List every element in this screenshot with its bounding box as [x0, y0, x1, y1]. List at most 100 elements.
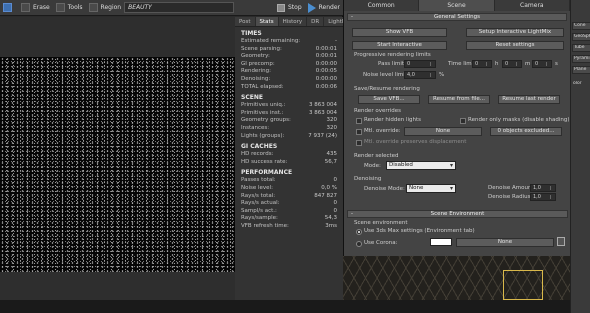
create-tube-button[interactable]: Tube — [572, 44, 590, 52]
setup-lightmix-button[interactable]: Setup Interactive LightMix — [466, 28, 564, 37]
environment-color-swatch[interactable] — [430, 238, 452, 246]
stop-button[interactable]: Stop — [274, 2, 305, 14]
stat-value: 320 — [326, 124, 338, 131]
stat-label: Rays/s actual: — [241, 200, 280, 207]
vfb-toolbar: Erase Tools Region BEAUTY Stop Render — [0, 0, 343, 16]
map-lock-icon[interactable] — [557, 237, 565, 246]
denoise-amount-spinner[interactable]: 1,0 — [530, 184, 556, 192]
use-3dsmax-label: Use 3ds Max settings (Environment tab) — [364, 228, 475, 234]
save-vfb-button[interactable]: Save VFB... — [358, 95, 420, 104]
collapse-icon: - — [351, 211, 353, 217]
noise-unit: % — [439, 72, 445, 78]
stat-label: Rays/sample: — [241, 215, 278, 222]
render-settings-panel: Common Scene Camera - General Settings S… — [343, 0, 570, 256]
stat-row: Rays/sample: 54,3 — [235, 215, 343, 223]
tab-dr[interactable]: DR — [307, 17, 325, 26]
mtl-override-checkbox[interactable] — [356, 129, 362, 135]
region-label: Region — [100, 4, 122, 11]
create-pyramid-button[interactable]: Pyrami — [572, 55, 590, 63]
render-hidden-lights-checkbox[interactable] — [356, 118, 362, 124]
stat-row: Rays/s total: 847 827 — [235, 193, 343, 201]
tools-label: Tools — [67, 4, 83, 11]
render-label: Render — [318, 4, 340, 11]
viewport-area[interactable] — [343, 256, 570, 300]
stat-value: 0:00:05 — [315, 68, 337, 75]
stat-value: 56,7 — [324, 158, 337, 165]
create-plane-button[interactable]: Plane — [572, 66, 590, 74]
seconds-unit: s — [555, 61, 558, 67]
mtl-override-label: Mtl. override: — [364, 128, 401, 134]
tab-history[interactable]: History — [279, 17, 308, 26]
erase-button[interactable]: Erase — [18, 2, 53, 14]
render-preview-image — [0, 57, 235, 272]
stat-label: Primitives uniq.: — [241, 102, 286, 109]
tools-button[interactable]: Tools — [53, 2, 86, 14]
tab-post[interactable]: Post — [235, 17, 256, 26]
render-canvas-area[interactable] — [0, 17, 235, 300]
stat-value: 0 — [333, 177, 338, 184]
stat-label: Geometry: — [241, 53, 270, 60]
stat-value: 3 863 004 — [309, 102, 337, 109]
stat-row: Noise level: 0,0 % — [235, 185, 343, 193]
stat-label: HD success rate: — [241, 158, 288, 165]
stat-label: Lights (groups): — [241, 132, 285, 139]
mtl-override-map-button[interactable]: None — [404, 127, 482, 136]
environment-map-button[interactable]: None — [456, 238, 554, 247]
stat-label: Scene parsing: — [241, 45, 282, 52]
denoise-radius-spinner[interactable]: 1,0 — [530, 193, 556, 201]
time-hours-spinner[interactable]: 0 — [472, 60, 492, 68]
show-vfb-button[interactable]: Show VFB — [352, 28, 447, 37]
resume-from-file-button[interactable]: Resume from file... — [428, 95, 490, 104]
stat-row: VFB refresh time: 3ms — [235, 223, 343, 231]
color-label: olor — [572, 81, 590, 89]
mode-label: Mode: — [364, 163, 381, 169]
create-geosphere-button[interactable]: GeoSphe — [572, 33, 590, 41]
stat-row: Scene parsing: 0:00:01 — [235, 46, 343, 54]
render-selected-mode-dropdown[interactable]: Disabled — [386, 161, 456, 170]
tab-common[interactable]: Common — [344, 0, 420, 11]
preserve-displacement-checkbox[interactable] — [356, 140, 362, 146]
save-resume-label: Save/Resume rendering — [354, 86, 420, 92]
denoise-mode-label: Denoise Mode: — [364, 186, 405, 192]
channel-icon — [3, 3, 12, 12]
general-settings-rollout[interactable]: - General Settings — [347, 13, 567, 21]
region-button[interactable]: Region — [86, 2, 125, 14]
reset-settings-button[interactable]: Reset settings — [466, 41, 564, 50]
render-overrides-label: Render overrides — [354, 108, 402, 114]
start-interactive-button[interactable]: Start Interactive — [352, 41, 447, 50]
use-corona-radio[interactable] — [356, 241, 362, 247]
use-3dsmax-radio[interactable] — [356, 229, 362, 235]
stat-label: Passes total: — [241, 177, 276, 184]
render-pass-dropdown[interactable]: BEAUTY — [124, 2, 235, 13]
tab-camera[interactable]: Camera — [495, 0, 570, 11]
tab-stats[interactable]: Stats — [255, 17, 279, 26]
render-only-masks-checkbox[interactable] — [460, 118, 466, 124]
denoise-mode-dropdown[interactable]: None — [406, 184, 456, 193]
stat-label: Instances: — [241, 124, 270, 131]
stat-row: Instances: 320 — [235, 125, 343, 133]
objects-excluded-button[interactable]: 0 objects excluded... — [490, 127, 562, 136]
time-seconds-spinner[interactable]: 0 — [532, 60, 552, 68]
tab-scene[interactable]: Scene — [419, 0, 495, 11]
time-minutes-spinner[interactable]: 0 — [502, 60, 522, 68]
play-icon — [307, 2, 316, 13]
create-cone-button[interactable]: Cone — [572, 22, 590, 30]
render-selected-label: Render selected — [354, 153, 399, 159]
pass-limit-spinner[interactable]: 0 — [404, 60, 436, 68]
command-panel-strip: Cone GeoSphe Tube Pyrami Plane olor — [570, 0, 590, 313]
resume-last-render-button[interactable]: Resume last render — [498, 95, 560, 104]
stat-label: Primitives inst.: — [241, 109, 284, 116]
denoise-radius-label: Denoise Radius: — [488, 194, 533, 200]
stat-label: GI precomp: — [241, 60, 275, 67]
bottom-strip — [0, 300, 590, 313]
use-corona-label: Use Corona: — [364, 240, 398, 246]
scene-environment-rollout[interactable]: - Scene Environment — [347, 210, 568, 218]
stat-row: Denoising: 0:00:00 — [235, 76, 343, 84]
noise-limit-spinner[interactable]: 4,0 — [404, 71, 436, 79]
scene-environment-group-label: Scene environment — [354, 220, 408, 226]
erase-icon — [21, 3, 30, 12]
progressive-limits-label: Progressive rendering limits — [354, 52, 431, 58]
render-button[interactable]: Render — [305, 2, 343, 14]
stat-row: Passes total: 0 — [235, 177, 343, 185]
channel-button[interactable] — [0, 2, 18, 14]
